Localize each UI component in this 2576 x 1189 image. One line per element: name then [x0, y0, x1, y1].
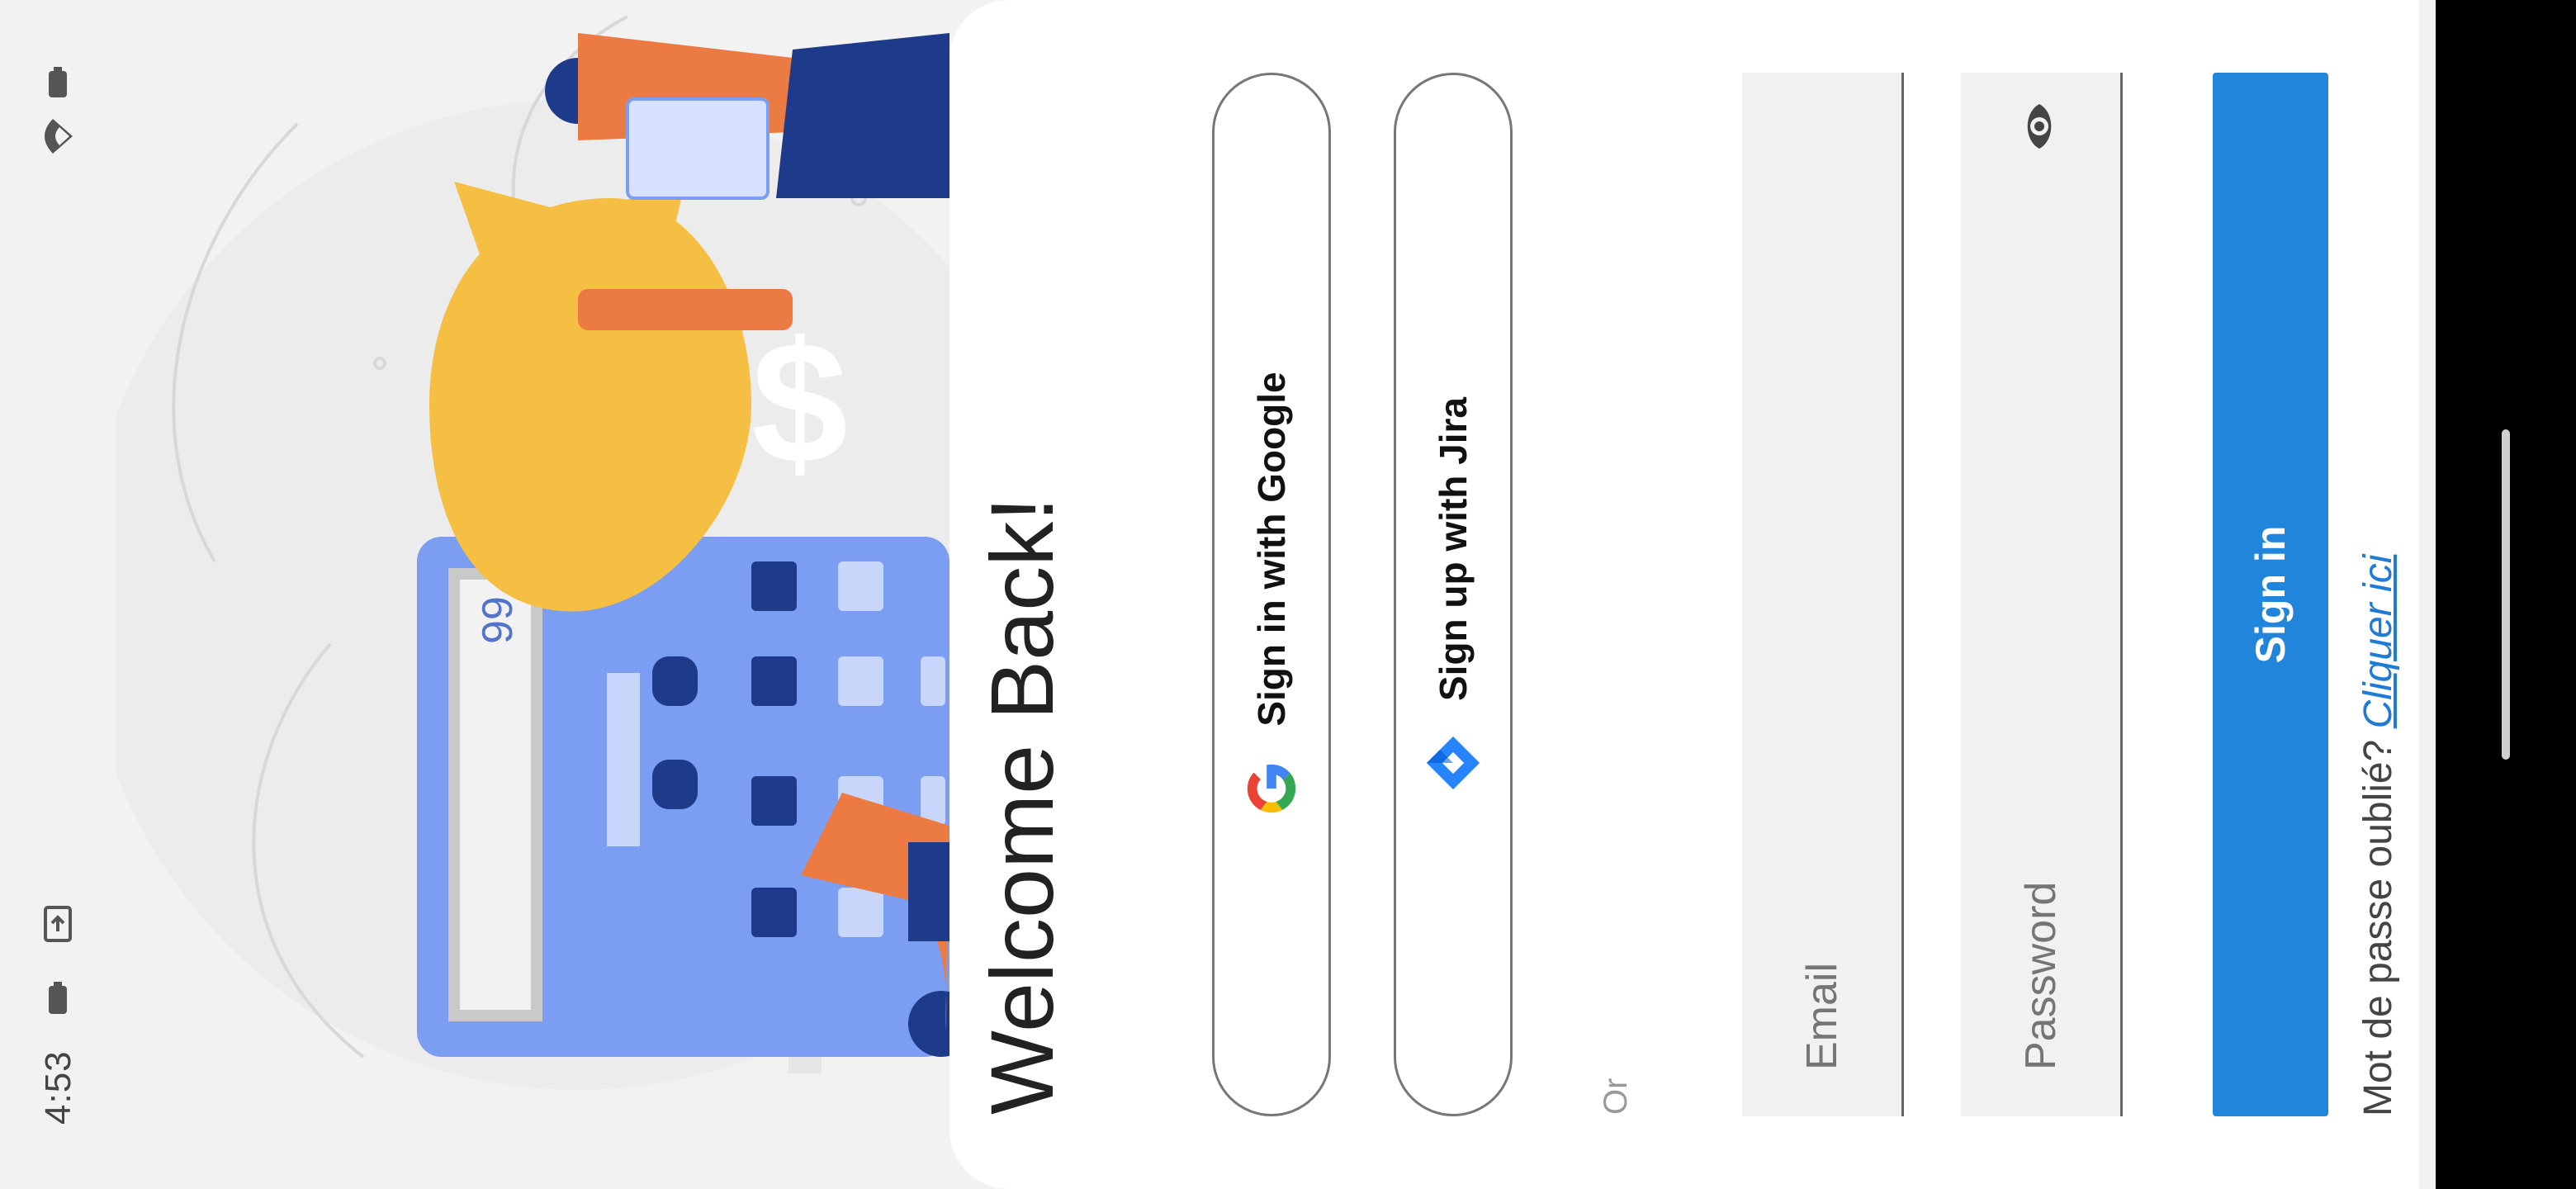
status-time: 4:53	[38, 1050, 78, 1125]
hero-illustration: 99 $	[116, 0, 949, 1189]
battery-saver-icon	[49, 982, 67, 1014]
jira-signup-button[interactable]: Sign up with Jira	[1394, 73, 1513, 1116]
google-icon	[1247, 764, 1296, 812]
wifi-icon	[45, 119, 73, 154]
calculator-display: 99	[474, 596, 522, 644]
password-field[interactable]	[1961, 73, 2123, 1116]
home-gesture-handle[interactable]	[2502, 429, 2510, 760]
welcome-title: Welcome Back!	[972, 496, 1072, 1115]
google-button-label: Sign in with Google	[1250, 372, 1293, 727]
dollar-symbol: $	[751, 306, 848, 500]
screen: 4:53 99 $ Welcome Back! Sign in with Goo…	[0, 0, 2576, 1189]
or-divider-text: Or	[1598, 1078, 1634, 1115]
email-field[interactable]	[1742, 73, 1904, 1116]
sign-in-button[interactable]: Sign in	[2213, 73, 2328, 1116]
bottom-edge	[2419, 0, 2436, 1189]
battery-icon	[49, 67, 67, 97]
navigation-bar	[2436, 0, 2576, 1189]
forgot-password-link[interactable]: Cliquer ici	[2356, 555, 2400, 729]
google-signin-button[interactable]: Sign in with Google	[1212, 73, 1331, 1116]
eye-icon[interactable]	[2019, 101, 2060, 152]
jira-button-label: Sign up with Jira	[1432, 396, 1475, 702]
sign-in-button-label: Sign in	[2247, 525, 2294, 664]
jira-icon	[1426, 736, 1480, 790]
forgot-password-row: Mot de passe oublié? Cliquer ici	[2356, 555, 2401, 1116]
finance-illustration: 99 $	[116, 15, 949, 1090]
app-frame: 4:53 99 $ Welcome Back! Sign in with Goo…	[0, 0, 2576, 1189]
login-card	[949, 0, 2419, 1189]
email-input[interactable]	[1742, 73, 1901, 1116]
forgot-password-text: Mot de passe oublié?	[2356, 728, 2400, 1116]
screen-cast-icon	[44, 906, 72, 942]
status-bar: 4:53	[0, 0, 116, 1189]
password-input[interactable]	[1961, 73, 2120, 1116]
